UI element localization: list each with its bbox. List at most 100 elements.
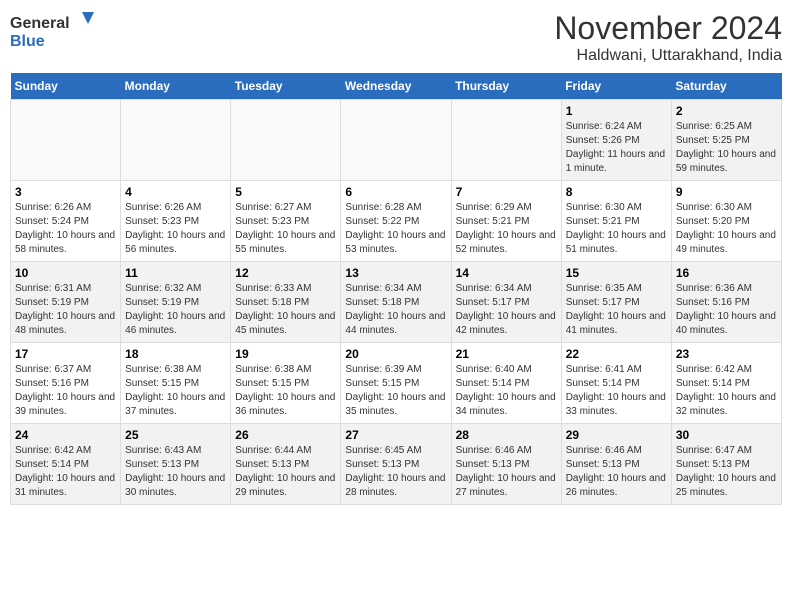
day-info: Sunrise: 6:42 AM Sunset: 5:14 PM Dayligh… — [676, 363, 777, 419]
day-info: Sunrise: 6:27 AM Sunset: 5:23 PM Dayligh… — [235, 201, 336, 257]
day-number: 2 — [676, 104, 777, 118]
calendar-cell: 17Sunrise: 6:37 AM Sunset: 5:16 PM Dayli… — [11, 343, 121, 424]
calendar-cell: 18Sunrise: 6:38 AM Sunset: 5:15 PM Dayli… — [121, 343, 231, 424]
month-title: November 2024 — [554, 10, 782, 47]
day-number: 19 — [235, 347, 336, 361]
day-number: 8 — [566, 185, 667, 199]
day-info: Sunrise: 6:37 AM Sunset: 5:16 PM Dayligh… — [15, 363, 116, 419]
day-number: 5 — [235, 185, 336, 199]
day-number: 15 — [566, 266, 667, 280]
weekday-header: Monday — [121, 73, 231, 100]
calendar-cell: 27 Sunrise: 6:45 AM Sunset: 5:13 PM Dayli… — [341, 424, 451, 505]
calendar-week-row: 24 Sunrise: 6:42 AM Sunset: 5:14 PM Dayli… — [11, 424, 782, 505]
calendar-cell — [121, 100, 231, 181]
day-info: Sunrise: 6:36 AM Sunset: 5:16 PM Dayligh… — [676, 282, 777, 338]
calendar-cell — [451, 100, 561, 181]
day-info: Sunrise: 6:30 AM Sunset: 5:20 PM Dayligh… — [676, 201, 777, 257]
weekday-header: Tuesday — [231, 73, 341, 100]
day-info: Sunrise: 6:47 AM Sunset: 5:13 PM Dayligh… — [676, 444, 777, 500]
day-number: 6 — [345, 185, 446, 199]
day-info: Sunrise: 6:40 AM Sunset: 5:14 PM Dayligh… — [456, 363, 557, 419]
day-info: Sunrise: 6:32 AM Sunset: 5:19 PM Dayligh… — [125, 282, 226, 338]
calendar-cell: 20Sunrise: 6:39 AM Sunset: 5:15 PM Dayli… — [341, 343, 451, 424]
calendar-week-row: 3 Sunrise: 6:26 AM Sunset: 5:24 PM Daylig… — [11, 181, 782, 262]
calendar-table: SundayMondayTuesdayWednesdayThursdayFrid… — [10, 73, 782, 505]
day-info: Sunrise: 6:26 AM Sunset: 5:24 PM Dayligh… — [15, 201, 116, 257]
calendar-cell: 16 Sunrise: 6:36 AM Sunset: 5:16 PM Dayli… — [671, 262, 781, 343]
calendar-cell — [231, 100, 341, 181]
calendar-week-row: 17Sunrise: 6:37 AM Sunset: 5:16 PM Dayli… — [11, 343, 782, 424]
day-number: 23 — [676, 347, 777, 361]
location: Haldwani, Uttarakhand, India — [554, 47, 782, 65]
svg-text:Blue: Blue — [10, 33, 45, 50]
calendar-week-row: 10 Sunrise: 6:31 AM Sunset: 5:19 PM Dayli… — [11, 262, 782, 343]
calendar-body: 1 Sunrise: 6:24 AM Sunset: 5:26 PM Daylig… — [11, 100, 782, 505]
calendar-cell: 4Sunrise: 6:26 AM Sunset: 5:23 PM Daylig… — [121, 181, 231, 262]
day-info: Sunrise: 6:42 AM Sunset: 5:14 PM Dayligh… — [15, 444, 116, 500]
day-number: 3 — [15, 185, 116, 199]
calendar-cell: 19 Sunrise: 6:38 AM Sunset: 5:15 PM Dayli… — [231, 343, 341, 424]
day-info: Sunrise: 6:35 AM Sunset: 5:17 PM Dayligh… — [566, 282, 667, 338]
calendar-header: SundayMondayTuesdayWednesdayThursdayFrid… — [11, 73, 782, 100]
day-number: 10 — [15, 266, 116, 280]
calendar-cell: 25 Sunrise: 6:43 AM Sunset: 5:13 PM Dayli… — [121, 424, 231, 505]
weekday-row: SundayMondayTuesdayWednesdayThursdayFrid… — [11, 73, 782, 100]
day-number: 22 — [566, 347, 667, 361]
day-number: 30 — [676, 428, 777, 442]
day-number: 11 — [125, 266, 226, 280]
calendar-cell — [341, 100, 451, 181]
weekday-header: Saturday — [671, 73, 781, 100]
day-info: Sunrise: 6:38 AM Sunset: 5:15 PM Dayligh… — [235, 363, 336, 419]
calendar-cell: 1 Sunrise: 6:24 AM Sunset: 5:26 PM Daylig… — [561, 100, 671, 181]
calendar-cell: 30 Sunrise: 6:47 AM Sunset: 5:13 PM Dayli… — [671, 424, 781, 505]
day-info: Sunrise: 6:24 AM Sunset: 5:26 PM Dayligh… — [566, 120, 667, 176]
day-number: 14 — [456, 266, 557, 280]
page-header: GeneralBlue November 2024 Haldwani, Utta… — [10, 10, 782, 65]
day-number: 25 — [125, 428, 226, 442]
day-number: 27 — [345, 428, 446, 442]
calendar-cell: 11 Sunrise: 6:32 AM Sunset: 5:19 PM Dayli… — [121, 262, 231, 343]
day-number: 13 — [345, 266, 446, 280]
calendar-cell: 10 Sunrise: 6:31 AM Sunset: 5:19 PM Dayli… — [11, 262, 121, 343]
day-info: Sunrise: 6:44 AM Sunset: 5:13 PM Dayligh… — [235, 444, 336, 500]
calendar-cell: 3 Sunrise: 6:26 AM Sunset: 5:24 PM Daylig… — [11, 181, 121, 262]
calendar-cell: 24 Sunrise: 6:42 AM Sunset: 5:14 PM Dayli… — [11, 424, 121, 505]
calendar-cell: 5 Sunrise: 6:27 AM Sunset: 5:23 PM Daylig… — [231, 181, 341, 262]
calendar-cell: 22Sunrise: 6:41 AM Sunset: 5:14 PM Dayli… — [561, 343, 671, 424]
svg-text:General: General — [10, 15, 70, 32]
calendar-cell: 26 Sunrise: 6:44 AM Sunset: 5:13 PM Dayli… — [231, 424, 341, 505]
calendar-cell: 29Sunrise: 6:46 AM Sunset: 5:13 PM Dayli… — [561, 424, 671, 505]
day-info: Sunrise: 6:45 AM Sunset: 5:13 PM Dayligh… — [345, 444, 446, 500]
calendar-cell: 15 Sunrise: 6:35 AM Sunset: 5:17 PM Dayli… — [561, 262, 671, 343]
calendar-week-row: 1 Sunrise: 6:24 AM Sunset: 5:26 PM Daylig… — [11, 100, 782, 181]
day-info: Sunrise: 6:31 AM Sunset: 5:19 PM Dayligh… — [15, 282, 116, 338]
day-info: Sunrise: 6:25 AM Sunset: 5:25 PM Dayligh… — [676, 120, 777, 176]
day-info: Sunrise: 6:39 AM Sunset: 5:15 PM Dayligh… — [345, 363, 446, 419]
calendar-cell: 13Sunrise: 6:34 AM Sunset: 5:18 PM Dayli… — [341, 262, 451, 343]
calendar-cell: 12Sunrise: 6:33 AM Sunset: 5:18 PM Dayli… — [231, 262, 341, 343]
day-number: 28 — [456, 428, 557, 442]
calendar-cell: 2 Sunrise: 6:25 AM Sunset: 5:25 PM Daylig… — [671, 100, 781, 181]
calendar-cell: 7Sunrise: 6:29 AM Sunset: 5:21 PM Daylig… — [451, 181, 561, 262]
day-number: 24 — [15, 428, 116, 442]
day-info: Sunrise: 6:30 AM Sunset: 5:21 PM Dayligh… — [566, 201, 667, 257]
day-info: Sunrise: 6:34 AM Sunset: 5:17 PM Dayligh… — [456, 282, 557, 338]
day-number: 4 — [125, 185, 226, 199]
weekday-header: Wednesday — [341, 73, 451, 100]
day-info: Sunrise: 6:28 AM Sunset: 5:22 PM Dayligh… — [345, 201, 446, 257]
day-number: 26 — [235, 428, 336, 442]
weekday-header: Thursday — [451, 73, 561, 100]
title-block: November 2024 Haldwani, Uttarakhand, Ind… — [554, 10, 782, 65]
calendar-cell: 6 Sunrise: 6:28 AM Sunset: 5:22 PM Daylig… — [341, 181, 451, 262]
day-number: 21 — [456, 347, 557, 361]
day-number: 18 — [125, 347, 226, 361]
day-number: 1 — [566, 104, 667, 118]
day-info: Sunrise: 6:43 AM Sunset: 5:13 PM Dayligh… — [125, 444, 226, 500]
day-info: Sunrise: 6:46 AM Sunset: 5:13 PM Dayligh… — [456, 444, 557, 500]
day-info: Sunrise: 6:33 AM Sunset: 5:18 PM Dayligh… — [235, 282, 336, 338]
day-number: 7 — [456, 185, 557, 199]
weekday-header: Sunday — [11, 73, 121, 100]
day-number: 16 — [676, 266, 777, 280]
calendar-cell — [11, 100, 121, 181]
logo-svg: GeneralBlue — [10, 10, 130, 54]
